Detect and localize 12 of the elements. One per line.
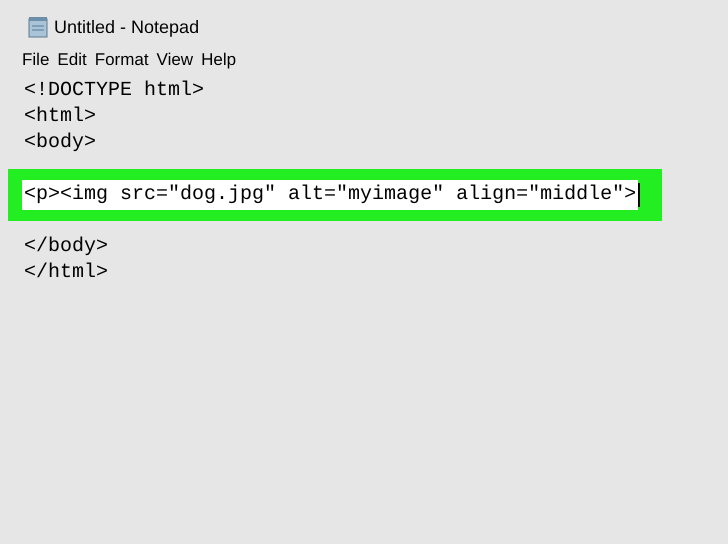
code-line: </html> (24, 260, 108, 286)
menu-item[interactable]: Format (94, 47, 149, 73)
menu-item[interactable]: Help (201, 47, 236, 73)
code-line: <!DOCTYPE html> (24, 78, 204, 104)
menu-item[interactable]: File (22, 47, 50, 73)
notepad-icon (28, 16, 48, 38)
code-line: </body> (24, 234, 108, 260)
menu-item[interactable]: Edit (57, 47, 87, 73)
code-line: <body> (24, 130, 96, 156)
menu-item[interactable]: View (156, 47, 194, 73)
code-line: <html> (24, 104, 96, 130)
window-title: Untitled - Notepad (54, 16, 200, 39)
